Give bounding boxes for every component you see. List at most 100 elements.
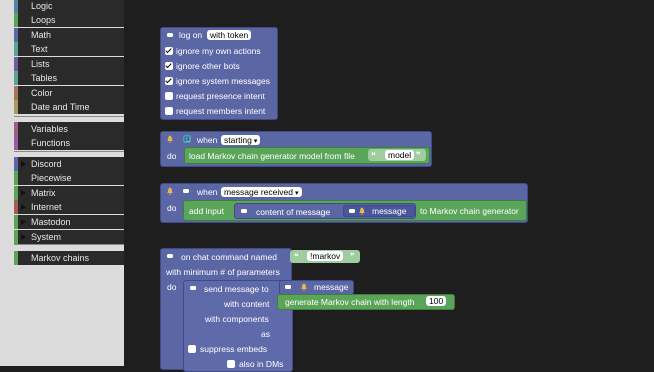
login-option-checkbox[interactable] xyxy=(165,47,173,55)
message-var-label: message xyxy=(372,206,407,216)
add-input-label: add input xyxy=(189,206,224,216)
category-color-bar xyxy=(14,157,18,171)
category-label: Piecewise xyxy=(31,173,72,183)
bell-icon xyxy=(167,187,173,195)
bell-icon xyxy=(167,135,173,143)
content-of-message-block[interactable]: content of message message xyxy=(234,203,416,219)
logon-label: log on xyxy=(179,30,203,40)
toolbox-category-markov-chains[interactable]: Markov chains xyxy=(14,251,124,265)
toolbox-category-color[interactable]: Color xyxy=(14,86,124,100)
when-starting-block[interactable]: when starting do load Markov chain gener… xyxy=(160,131,432,167)
discord-icon xyxy=(190,286,196,290)
toolbox-category-logic[interactable]: Logic xyxy=(14,0,124,13)
generate-chain-block[interactable]: generate Markov chain with length 100 xyxy=(277,294,455,310)
discord-icon xyxy=(167,254,173,258)
send-message-block[interactable]: send message to with content with compon… xyxy=(183,280,293,372)
toolbox-category-functions[interactable]: Functions xyxy=(14,136,124,150)
event-dropdown[interactable]: starting xyxy=(221,135,261,145)
login-option-label: request members intent xyxy=(176,106,266,116)
discord-icon xyxy=(285,285,291,289)
when-label: when xyxy=(197,135,218,145)
suppress-embeds-checkbox[interactable] xyxy=(188,345,196,353)
login-option-label: ignore system messages xyxy=(176,76,271,86)
toolbox-category-variables[interactable]: Variables xyxy=(14,122,124,136)
do-label: do xyxy=(167,203,177,213)
toolbox-category-lists[interactable]: Lists xyxy=(14,57,124,71)
generate-label: generate Markov chain with length xyxy=(285,297,415,307)
category-color-bar xyxy=(14,251,18,265)
token-field[interactable]: with token xyxy=(207,30,252,40)
with-content-label: with content xyxy=(224,299,270,309)
expand-arrow-icon[interactable] xyxy=(21,234,26,240)
add-input-block[interactable]: add input content of message message to … xyxy=(183,200,527,221)
toolbox-category-matrix[interactable]: Matrix xyxy=(14,186,124,200)
bell-icon xyxy=(359,207,365,215)
close-quote-icon: ❞ xyxy=(350,251,355,261)
expand-arrow-icon[interactable] xyxy=(21,161,26,167)
category-label: Math xyxy=(31,30,52,40)
toolbox-category-piecewise[interactable]: Piecewise xyxy=(14,171,124,185)
logon-block[interactable]: log on with token ignore my own actions i… xyxy=(160,27,278,120)
toolbox-category-date-and-time[interactable]: Date and Time xyxy=(14,100,124,114)
load-model-block[interactable]: load Markov chain generator model from f… xyxy=(184,147,430,164)
category-color-bar xyxy=(14,42,18,56)
category-label: Variables xyxy=(31,124,68,134)
content-label: content of message xyxy=(256,207,331,217)
flag-icon xyxy=(183,135,191,143)
min-params-label: with minimum # of parameters xyxy=(166,267,280,277)
login-option-label: ignore my own actions xyxy=(176,46,261,56)
expand-arrow-icon[interactable] xyxy=(21,190,26,196)
command-label: on chat command named xyxy=(181,252,277,262)
event-dropdown[interactable]: message received xyxy=(221,187,302,197)
toolbox-category-system[interactable]: System xyxy=(14,230,124,244)
do-label: do xyxy=(167,151,177,161)
command-name-field[interactable]: !markov xyxy=(307,251,344,261)
close-quote-icon: ❞ xyxy=(416,150,421,160)
text-block[interactable]: ❝ model ❞ xyxy=(368,149,426,161)
category-color-bar xyxy=(14,57,18,71)
command-name-text-block[interactable]: ❝ !markov ❞ xyxy=(290,250,360,263)
category-color-bar xyxy=(14,200,18,214)
message-var-label: message xyxy=(314,282,349,292)
as-label: as xyxy=(261,329,270,339)
when-received-block[interactable]: when message received do add input conte… xyxy=(160,183,528,223)
login-option-checkbox[interactable] xyxy=(165,92,173,100)
category-label: Internet xyxy=(31,202,62,212)
bell-icon xyxy=(301,283,307,291)
category-color-bar xyxy=(14,71,18,85)
category-color-bar xyxy=(14,28,18,42)
load-model-label: load Markov chain generator model from f… xyxy=(189,151,355,161)
category-label: Discord xyxy=(31,159,62,169)
category-color-bar xyxy=(14,186,18,200)
discord-icon xyxy=(167,33,173,37)
chat-command-block[interactable]: on chat command named with minimum # of … xyxy=(160,248,293,372)
toolbox-category-discord[interactable]: Discord xyxy=(14,157,124,171)
expand-arrow-icon[interactable] xyxy=(21,204,26,210)
message-var-block[interactable]: message xyxy=(279,280,354,295)
category-label: Color xyxy=(31,88,53,98)
category-label: Matrix xyxy=(31,188,56,198)
toolbox-separator xyxy=(14,116,124,117)
suppress-embeds-label: suppress embeds xyxy=(200,344,268,354)
category-color-bar xyxy=(14,215,18,229)
category-color-bar xyxy=(14,230,18,244)
toolbox-category-internet[interactable]: Internet xyxy=(14,200,124,214)
category-color-bar xyxy=(14,13,18,27)
file-field[interactable]: model xyxy=(385,150,415,160)
login-option-checkbox[interactable] xyxy=(165,62,173,70)
toolbox-category-math[interactable]: Math xyxy=(14,28,124,42)
expand-arrow-icon[interactable] xyxy=(21,219,26,225)
toolbox-category-text[interactable]: Text xyxy=(14,42,124,56)
toolbox-category-mastodon[interactable]: Mastodon xyxy=(14,215,124,229)
toolbox-category-loops[interactable]: Loops xyxy=(14,13,124,27)
toolbox-category-tables[interactable]: Tables xyxy=(14,71,124,85)
send-label: send message to xyxy=(204,284,269,294)
length-field[interactable]: 100 xyxy=(426,296,447,306)
message-var-block[interactable]: message xyxy=(343,205,415,217)
login-option-checkbox[interactable] xyxy=(165,77,173,85)
category-color-bar xyxy=(14,122,18,136)
login-option-checkbox[interactable] xyxy=(165,107,173,115)
dms-checkbox[interactable] xyxy=(227,360,235,368)
category-label: Tables xyxy=(31,73,58,83)
open-quote-icon: ❝ xyxy=(371,150,376,160)
